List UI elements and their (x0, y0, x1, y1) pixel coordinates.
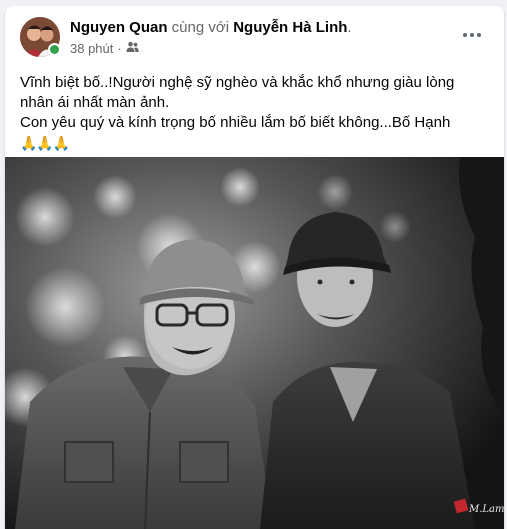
post-text-line: nhân ái nhất màn ảnh. (20, 94, 170, 111)
post-text-line: Vĩnh biệt bố..!Người nghệ sỹ nghèo và kh… (20, 74, 455, 91)
post-title-line: Nguyen Quan cùng với Nguyễn Hà Linh. (70, 19, 352, 36)
post-meta: 38 phút · (70, 41, 139, 56)
post-header: Nguyen Quan cùng với Nguyễn Hà Linh. 38 … (5, 6, 504, 62)
tagged-name-link[interactable]: Nguyễn Hà Linh (233, 19, 347, 36)
friends-icon[interactable] (126, 41, 139, 56)
signature-text: M.Lam (468, 504, 504, 515)
more-dot (477, 33, 481, 37)
photo-image: M.Lam (5, 157, 504, 529)
title-period: . (347, 19, 352, 36)
post-text: Vĩnh biệt bố..!Người nghệ sỹ nghèo và kh… (20, 73, 490, 153)
post-photo[interactable]: M.Lam (5, 157, 504, 529)
more-options-button[interactable] (454, 24, 490, 46)
more-dot (463, 33, 467, 37)
author-avatar[interactable] (20, 17, 61, 57)
post-timestamp[interactable]: 38 phút (70, 41, 113, 56)
with-text: cùng với (167, 19, 234, 36)
pray-emoji: 🙏🙏🙏 (20, 135, 70, 151)
post-card: Nguyen Quan cùng với Nguyễn Hà Linh. 38 … (5, 6, 504, 529)
more-dot (470, 33, 474, 37)
author-name-link[interactable]: Nguyen Quan (70, 19, 168, 36)
meta-separator: · (117, 41, 122, 56)
post-text-line: Con yêu quý và kính trọng bố nhiều lắm b… (20, 114, 451, 131)
online-status-dot (48, 43, 61, 56)
